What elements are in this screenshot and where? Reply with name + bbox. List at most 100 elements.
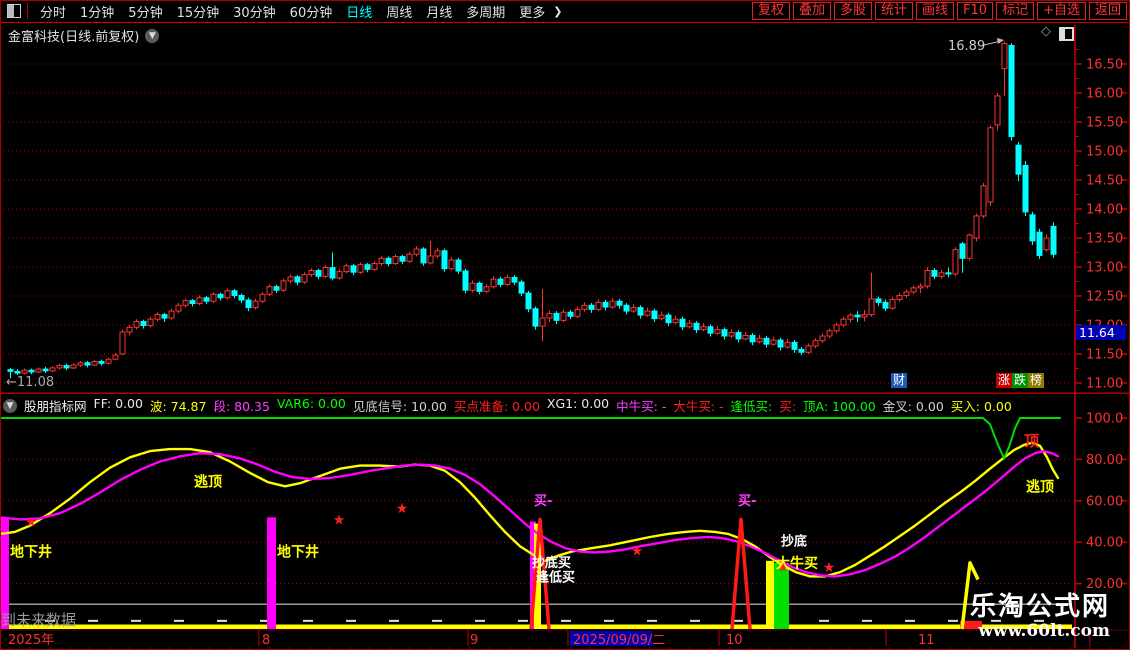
menu-item-30分钟[interactable]: 30分钟	[226, 2, 283, 21]
star-icon: ★	[396, 501, 409, 517]
last-price-value: 11.64	[1079, 325, 1115, 340]
indicator-field: 买入: 0.00	[950, 399, 1012, 414]
menu-item-月线[interactable]: 月线	[419, 2, 459, 21]
app-window: { "menu_bar": { "items": [ {"label":"分时"…	[0, 0, 1130, 650]
low-price-label: ←11.08	[6, 375, 54, 390]
window-split-icon[interactable]	[7, 4, 21, 18]
indicator-header: ▼ 股朋指标网 FF: 0.00 波: 74.87 段: 80.35 VAR6: 0.…	[3, 397, 1063, 414]
price-axis-label: 14.00	[1086, 203, 1123, 218]
signal-label: 买-	[534, 494, 552, 509]
indicator-field: 见底信号: 10.00	[352, 399, 447, 414]
signal-label: 抄底	[781, 533, 807, 549]
indicator-axis-label: 80.00	[1086, 453, 1123, 468]
rank-badge-榜[interactable]: 榜	[1028, 373, 1045, 388]
indicator-field: XG1: 0.00	[546, 397, 610, 411]
indicator-dropdown-icon[interactable]: ▼	[3, 398, 17, 413]
series-段	[0, 449, 1060, 578]
timeline: 2025年 8 9 2025/09/09/二 10 11	[8, 630, 1111, 650]
signal-label: 逃顶	[1026, 479, 1054, 496]
price-axis-label: 13.50	[1086, 232, 1123, 247]
toolbar-button-F10[interactable]: F10	[957, 2, 994, 20]
signal-label: 地下井	[277, 544, 319, 561]
star-icon: ★	[333, 512, 346, 528]
indicator-labels: 地下井 地下井 逃顶买- 买- 抄底买逢低买 抄底大牛买 顶逃顶	[10, 432, 1054, 586]
signal-label: 逃顶	[194, 473, 222, 490]
indicator-field: 波: 74.87	[149, 399, 207, 414]
title-dropdown-icon[interactable]: ▼	[145, 28, 160, 43]
future-data-note: 到未来数据	[1, 611, 77, 629]
indicator-field: 买:	[779, 399, 796, 414]
diamond-icon[interactable]: ◇	[1041, 25, 1051, 38]
watermark-line1: 乐淘公式网	[969, 592, 1110, 622]
menu-item-分时[interactable]: 分时	[33, 2, 73, 21]
period-menu: 分时 1分钟 5分钟 15分钟 30分钟 60分钟 日线 周线 月线 多周期 更多	[33, 2, 552, 21]
toolbar-button-多股[interactable]: 多股	[833, 2, 872, 20]
rank-badge-涨[interactable]: 涨	[996, 373, 1013, 388]
price-axis-label: 13.00	[1086, 261, 1123, 276]
signal-label: 买-	[738, 494, 756, 509]
page-title: 金富科技(日线.前复权)	[8, 30, 140, 45]
indicator-field: FF: 0.00	[93, 397, 143, 411]
toolbar-buttons: 复权 叠加 多股 统计 画线 F10 标记 +自选 返回	[751, 2, 1127, 20]
star-icon: ★	[25, 515, 38, 531]
watermark: 乐淘公式网 www.60lt.com	[970, 592, 1110, 641]
indicator-values: FF: 0.00 波: 74.87 段: 80.35 VAR6: 0.00 见底信号: …	[94, 397, 1012, 414]
indicator-field: 买点准备: 0.00	[453, 399, 540, 414]
rank-badges[interactable]: 涨跌榜	[996, 373, 1045, 388]
toolbar-button-+自选[interactable]: +自选	[1037, 2, 1086, 20]
timeline-label: 11	[918, 633, 935, 648]
timeline-label: 10	[726, 633, 743, 648]
toolbar-button-画线[interactable]: 画线	[916, 2, 955, 20]
timeline-label: 9	[470, 633, 478, 648]
signal-label: 大牛买	[776, 555, 818, 572]
indicator-lines	[0, 417, 1061, 578]
price-axis-label: 11.00	[1086, 377, 1123, 392]
price-axis-label: 12.50	[1086, 290, 1123, 305]
menu-item-多周期[interactable]: 多周期	[459, 2, 512, 21]
indicator-axis-label: 40.00	[1086, 536, 1123, 551]
signal-label: 抄底买	[532, 555, 571, 571]
timeline-label: 8	[262, 633, 270, 648]
star-icon: ★	[823, 560, 836, 576]
finance-badge[interactable]: 财	[891, 373, 908, 388]
toolbar-button-统计[interactable]: 统计	[875, 2, 914, 20]
title-bar: 金富科技(日线.前复权) ▼	[8, 26, 160, 45]
price-axis-label: 14.50	[1086, 174, 1123, 189]
indicator-field: 金叉: 0.00	[882, 399, 944, 414]
menu-item-更多[interactable]: 更多	[512, 2, 552, 21]
menu-divider	[27, 3, 28, 19]
last-price-tag: 11.64	[1076, 325, 1126, 340]
menu-item-周线[interactable]: 周线	[379, 2, 419, 21]
indicator-field: VAR6: 0.00	[276, 397, 346, 411]
watermark-line2: www.60lt.com	[978, 621, 1110, 641]
price-axis-label: 16.00	[1086, 87, 1123, 102]
star-icon: ★	[631, 543, 644, 559]
signal-label: 逢低买	[536, 570, 575, 586]
signal-label: 顶	[1024, 432, 1039, 450]
toolbar-button-返回[interactable]: 返回	[1088, 2, 1127, 20]
price-axis-label: 15.50	[1086, 116, 1123, 131]
menu-item-15分钟[interactable]: 15分钟	[170, 2, 227, 21]
rank-badge-跌[interactable]: 跌	[1012, 373, 1029, 388]
toolbar-button-复权[interactable]: 复权	[751, 2, 790, 20]
timeline-label: 2025/09/09/二	[573, 633, 665, 648]
indicator-field: 中牛买: -	[616, 399, 667, 414]
indicator-name: 股朋指标网	[24, 399, 87, 414]
menu-item-5分钟[interactable]: 5分钟	[121, 2, 169, 21]
signal-label: 地下井	[10, 544, 52, 561]
price-axis-label: 11.50	[1086, 348, 1123, 363]
chart-canvas: 16.50 16.00 15.50 15.00 14.50 14.00 13.50 13.00…	[0, 25, 1130, 650]
series-顶A	[0, 417, 1061, 460]
candlestick-series	[7, 41, 1057, 379]
menu-item-1分钟[interactable]: 1分钟	[73, 2, 121, 21]
indicator-field: 大牛买: -	[673, 399, 724, 414]
timeline-label: 2025年	[8, 633, 54, 648]
high-price-label: 16.89	[948, 39, 985, 54]
toolbar-button-叠加[interactable]: 叠加	[792, 2, 831, 20]
window-restore-icon[interactable]	[1059, 27, 1074, 41]
indicator-field: 逢低买:	[730, 399, 773, 414]
menu-item-60分钟[interactable]: 60分钟	[283, 2, 340, 21]
menu-item-日线[interactable]: 日线	[339, 2, 379, 21]
more-chevron-icon[interactable]: ❯	[552, 5, 562, 18]
toolbar-button-标记[interactable]: 标记	[996, 2, 1035, 20]
